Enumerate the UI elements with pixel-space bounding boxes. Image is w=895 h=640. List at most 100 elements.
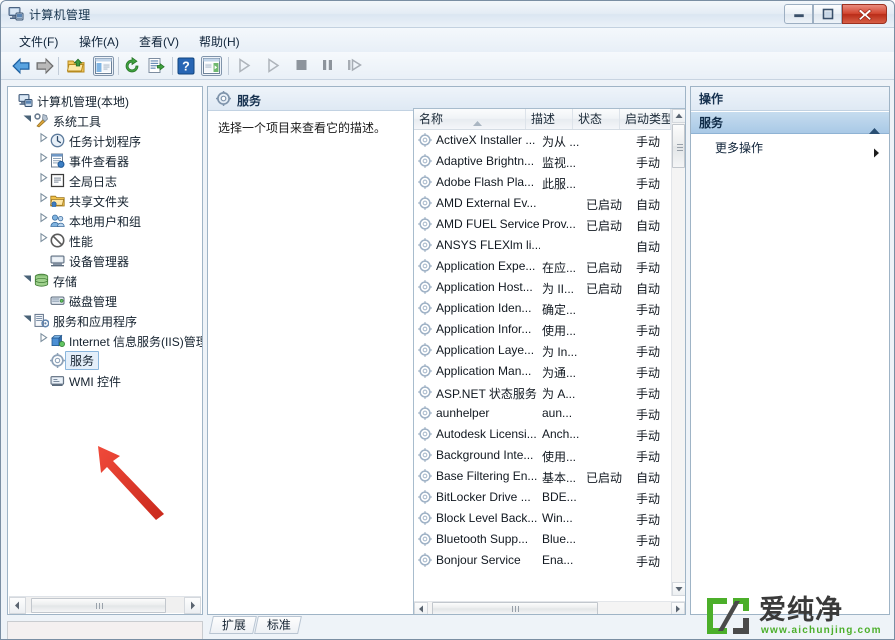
tree-item-12[interactable]: Internet 信息服务(IIS)管理器 — [8, 331, 202, 350]
cell-startup: 手动 — [636, 555, 661, 569]
forward-icon[interactable] — [35, 57, 55, 78]
menu-action[interactable]: 操作(A) — [75, 32, 123, 51]
twisty-expanded-icon[interactable] — [22, 312, 33, 326]
show-tree-icon[interactable] — [93, 56, 114, 79]
tree-scroll-thumb[interactable] — [31, 598, 166, 613]
actions-group-header[interactable]: 服务 — [691, 112, 889, 134]
menu-bar: 文件(F) 操作(A) 查看(V) 帮助(H) — [1, 28, 894, 52]
maximize-button[interactable] — [813, 4, 842, 24]
twisty-collapsed-icon[interactable] — [38, 152, 49, 166]
cell-desc: 基本... — [542, 471, 577, 485]
column-name-label: 名称 — [419, 112, 444, 126]
table-row[interactable]: Application Infor... 使用... 手动 — [414, 319, 671, 340]
tree-item-4[interactable]: 全局日志 — [8, 171, 202, 190]
twisty-collapsed-icon[interactable] — [38, 172, 49, 186]
table-row[interactable]: Adaptive Brightn... 监视... 手动 — [414, 151, 671, 172]
tree-item-9[interactable]: 存储 — [8, 271, 202, 290]
twisty-expanded-icon[interactable] — [22, 112, 33, 126]
table-row[interactable]: Application Host... 为 II... 已启动 自动 — [414, 277, 671, 298]
table-row[interactable]: Autodesk Licensi... Anch... 手动 — [414, 424, 671, 445]
table-row[interactable]: Application Iden... 确定... 手动 — [414, 298, 671, 319]
cell-startup: 手动 — [636, 408, 661, 422]
tree-scroll-right-arrow[interactable] — [184, 597, 201, 614]
list-vertical-scrollbar[interactable] — [671, 109, 685, 596]
services-pane: 服务 选择一个项目来查看它的描述。 名称 描述 状态 启动类型 ActiveX Ins… — [207, 86, 686, 615]
services-list-view[interactable]: 名称 描述 状态 启动类型 ActiveX Installer ... 为从 ... 手动… — [413, 108, 685, 614]
list-column-headers[interactable]: 名称 描述 状态 启动类型 — [414, 109, 685, 130]
table-row[interactable]: Bonjour Service Ena... 手动 — [414, 550, 671, 571]
tree-item-13[interactable]: 服务 — [8, 351, 202, 370]
services-rows[interactable]: ActiveX Installer ... 为从 ... 手动 Adaptive Br… — [414, 130, 671, 596]
table-row[interactable]: ASP.NET 状态服务为 A... 手动 — [414, 382, 671, 403]
tree-item-6[interactable]: 本地用户和组 — [8, 211, 202, 230]
tree-item-label: 计算机管理(本地) — [37, 95, 129, 109]
cell-name: ANSYS FLEXlm li... — [436, 238, 540, 252]
table-row[interactable]: aunhelper aun... 手动 — [414, 403, 671, 424]
list-scroll-down-arrow[interactable] — [672, 582, 685, 596]
table-row[interactable]: ANSYS FLEXlm li... 自动 — [414, 235, 671, 256]
tree-item-10[interactable]: 磁盘管理 — [8, 291, 202, 310]
twisty-collapsed-icon[interactable] — [38, 332, 49, 346]
column-status[interactable]: 状态 — [573, 109, 620, 129]
menu-file[interactable]: 文件(F) — [15, 32, 62, 51]
tree-item-2[interactable]: 任务计划程序 — [8, 131, 202, 150]
table-row[interactable]: AMD External Ev... 已启动 自动 — [414, 193, 671, 214]
refresh-icon[interactable] — [123, 56, 141, 78]
tab-standard[interactable]: 标准 — [254, 616, 302, 634]
menu-view[interactable]: 查看(V) — [135, 32, 183, 51]
tree-item-11[interactable]: 服务和应用程序 — [8, 311, 202, 330]
table-row[interactable]: AMD FUEL Service Prov... 已启动 自动 — [414, 214, 671, 235]
table-row[interactable]: Application Laye... 为 In... 手动 — [414, 340, 671, 361]
twisty-collapsed-icon[interactable] — [38, 132, 49, 146]
tree-scroll-left-arrow[interactable] — [9, 597, 26, 614]
tree-item-14[interactable]: WMI 控件 — [8, 371, 202, 390]
show-pane-icon[interactable] — [201, 56, 222, 79]
cell-name: Base Filtering En... — [436, 469, 538, 483]
table-row[interactable]: Adobe Flash Pla... 此服... 手动 — [414, 172, 671, 193]
actions-pane: 操作 服务 更多操作 — [690, 86, 890, 615]
back-icon[interactable] — [11, 57, 31, 78]
tree-item-5[interactable]: 共享文件夹 — [8, 191, 202, 210]
console-tree[interactable]: 计算机管理(本地) 系统工具 任务计划程序 事件查看器 全局日志 共享文件夹 本地用户和组性… — [8, 87, 202, 595]
tree-item-8[interactable]: 设备管理器 — [8, 251, 202, 270]
table-row[interactable]: Application Expe... 在应... 已启动 手动 — [414, 256, 671, 277]
table-row[interactable]: Application Man... 为通... 手动 — [414, 361, 671, 382]
column-desc[interactable]: 描述 — [526, 109, 573, 129]
twisty-expanded-icon[interactable] — [22, 272, 33, 286]
twisty-collapsed-icon[interactable] — [38, 192, 49, 206]
list-scroll-left-arrow[interactable] — [414, 602, 428, 614]
up-folder-icon[interactable] — [66, 57, 85, 78]
close-button[interactable] — [842, 4, 887, 24]
table-row[interactable]: BitLocker Drive ... BDE... 手动 — [414, 487, 671, 508]
tree-item-7[interactable]: 性能 — [8, 231, 202, 250]
list-horizontal-scrollbar[interactable] — [414, 601, 685, 614]
tree-horizontal-scrollbar[interactable] — [9, 596, 201, 614]
column-name[interactable]: 名称 — [414, 109, 526, 129]
list-hscroll-thumb[interactable] — [432, 602, 598, 614]
table-row[interactable]: Background Inte... 使用... 手动 — [414, 445, 671, 466]
menu-help[interactable]: 帮助(H) — [195, 32, 244, 51]
tree-item-label: 磁盘管理 — [69, 295, 118, 309]
tab-extended[interactable]: 扩展 — [209, 616, 257, 634]
twisty-collapsed-icon[interactable] — [38, 212, 49, 226]
tree-item-0[interactable]: 计算机管理(本地) — [8, 91, 202, 110]
tree-item-3[interactable]: 事件查看器 — [8, 151, 202, 170]
table-row[interactable]: Block Level Back... Win... 手动 — [414, 508, 671, 529]
selection-description: 选择一个项目来查看它的描述。 — [218, 121, 387, 135]
list-scroll-up-arrow[interactable] — [672, 109, 685, 123]
table-row[interactable]: Bluetooth Supp... Blue... 手动 — [414, 529, 671, 550]
twisty-collapsed-icon[interactable] — [38, 232, 49, 246]
chevron-right-icon — [873, 144, 880, 164]
list-scroll-right-arrow[interactable] — [671, 602, 685, 614]
help-icon[interactable]: ? — [177, 57, 195, 78]
service-gear-icon — [418, 280, 432, 294]
minimize-button[interactable] — [784, 4, 813, 24]
tree-item-1[interactable]: 系统工具 — [8, 111, 202, 130]
list-scroll-thumb[interactable] — [672, 124, 685, 168]
export-list-icon[interactable] — [147, 57, 165, 78]
column-startup[interactable]: 启动类型 — [620, 109, 671, 129]
table-row[interactable]: Base Filtering En... 基本... 已启动 自动 — [414, 466, 671, 487]
more-actions-item[interactable]: 更多操作 — [691, 138, 889, 158]
table-row[interactable]: ActiveX Installer ... 为从 ... 手动 — [414, 130, 671, 151]
cell-startup: 手动 — [636, 324, 661, 338]
